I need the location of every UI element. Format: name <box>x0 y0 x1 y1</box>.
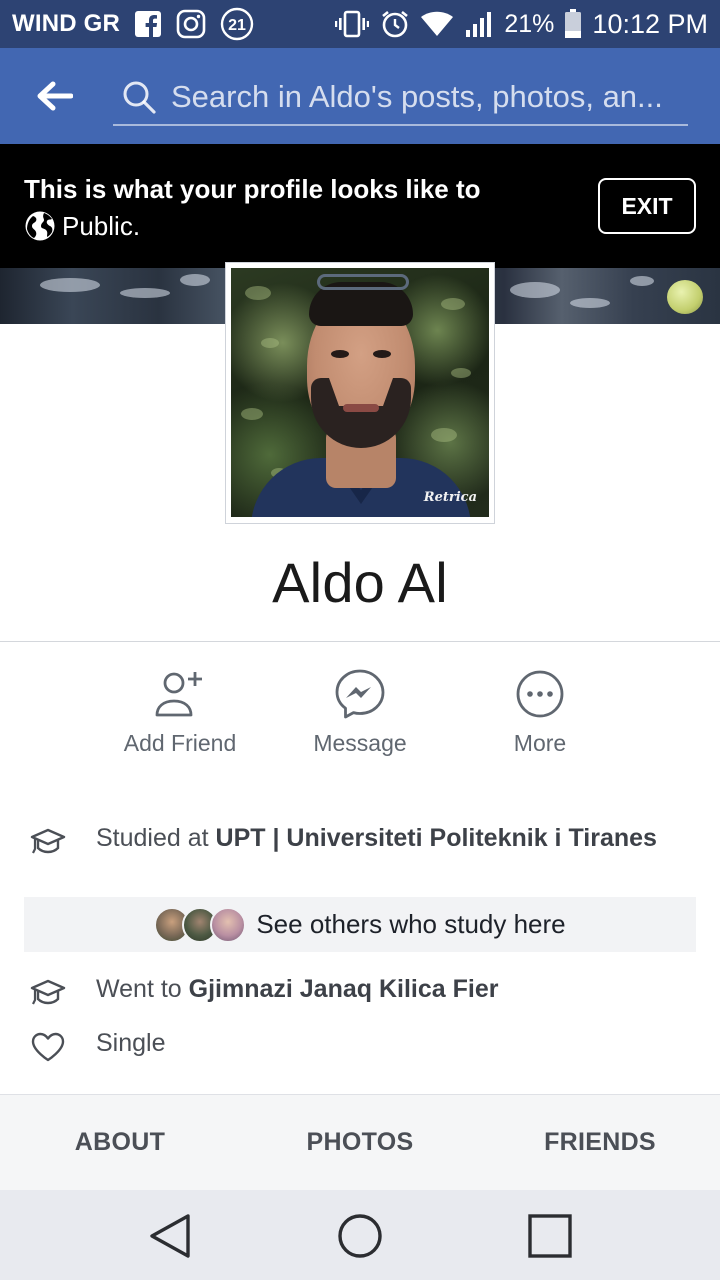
sunglasses <box>317 274 409 290</box>
search-input[interactable] <box>171 79 688 115</box>
battery-percentage: 21% <box>504 9 555 38</box>
search-icon <box>119 77 159 117</box>
clock: 10:12 PM <box>592 8 708 39</box>
audience-label: Public. <box>62 210 141 241</box>
arrow-left-icon <box>37 81 73 111</box>
university-link[interactable]: UPT | Universiteti Politeknik i Tiranes <box>216 824 657 852</box>
add-friend-button[interactable]: Add Friend <box>90 664 270 757</box>
nav-home-button[interactable] <box>330 1206 390 1266</box>
profile-name: Aldo Al <box>272 551 448 614</box>
facebook-notification-icon <box>134 10 162 38</box>
triangle-back-icon <box>150 1214 190 1258</box>
graduation-cap-icon <box>28 822 68 862</box>
vibrate-icon <box>334 9 370 39</box>
school-text: Went to Gjimnazi Janaq Kilica Fier <box>96 973 498 1005</box>
add-friend-icon <box>150 664 210 724</box>
tab-about[interactable]: ABOUT <box>0 1095 240 1190</box>
notification-count: 21 <box>228 17 246 34</box>
square-recents-icon <box>528 1214 572 1258</box>
intro-education-row: Studied at UPT | Universiteti Politeknik… <box>28 822 688 862</box>
cover-light-fixture <box>667 280 703 314</box>
relationship-status: Single <box>96 1029 166 1057</box>
status-bar: WIND GR 21 21% 10:12 PM <box>0 0 720 48</box>
message-button[interactable]: Message <box>270 664 450 757</box>
more-dots-icon <box>510 664 570 724</box>
view-as-banner: This is what your profile looks like to … <box>0 144 720 268</box>
back-button[interactable] <box>30 76 80 116</box>
nav-recents-button[interactable] <box>520 1206 580 1266</box>
instagram-notification-icon <box>176 9 206 39</box>
profile-tabs: ABOUT PHOTOS FRIENDS <box>0 1094 720 1190</box>
search-bar[interactable] <box>113 70 688 126</box>
photo-watermark: Retrica <box>423 490 477 505</box>
view-as-message: This is what your profile looks like to <box>24 174 481 204</box>
carrier-name: WIND GR <box>12 10 121 37</box>
exit-button[interactable]: EXIT <box>598 178 696 234</box>
avatar <box>210 906 247 943</box>
profile-photo-image: Retrica <box>231 268 489 517</box>
add-friend-label: Add Friend <box>123 730 237 756</box>
wifi-icon <box>420 11 454 37</box>
tab-photos[interactable]: PHOTOS <box>240 1095 480 1190</box>
alarm-icon <box>380 9 410 39</box>
divider <box>0 641 720 642</box>
see-others-button[interactable]: See others who study here <box>24 897 696 952</box>
more-button[interactable]: More <box>450 664 630 757</box>
globe-icon <box>24 210 56 242</box>
messenger-icon <box>330 664 390 724</box>
view-as-audience: Public. <box>24 210 140 242</box>
went-prefix: Went to <box>96 975 189 1003</box>
battery-icon <box>564 9 582 39</box>
school-link[interactable]: Gjimnazi Janaq Kilica Fier <box>189 975 499 1003</box>
profile-picture[interactable]: Retrica <box>225 262 495 524</box>
more-label: More <box>513 730 567 756</box>
message-label: Message <box>313 730 407 756</box>
tab-friends[interactable]: FRIENDS <box>480 1095 720 1190</box>
notification-count-badge: 21 <box>220 7 254 41</box>
signal-icon <box>464 10 494 38</box>
top-navigation-bar <box>0 48 720 144</box>
graduation-cap-icon <box>28 973 68 1013</box>
classmate-avatars <box>154 906 247 943</box>
education-text: Studied at UPT | Universiteti Politeknik… <box>96 822 657 854</box>
heart-icon <box>28 1027 68 1067</box>
circle-home-icon <box>338 1214 382 1258</box>
android-navigation-bar <box>0 1190 720 1280</box>
studied-prefix: Studied at <box>96 824 216 852</box>
intro-relationship-row: Single <box>28 1027 688 1067</box>
see-others-label: See others who study here <box>256 909 566 939</box>
nav-back-button[interactable] <box>140 1206 200 1266</box>
intro-school-row: Went to Gjimnazi Janaq Kilica Fier <box>28 973 688 1013</box>
